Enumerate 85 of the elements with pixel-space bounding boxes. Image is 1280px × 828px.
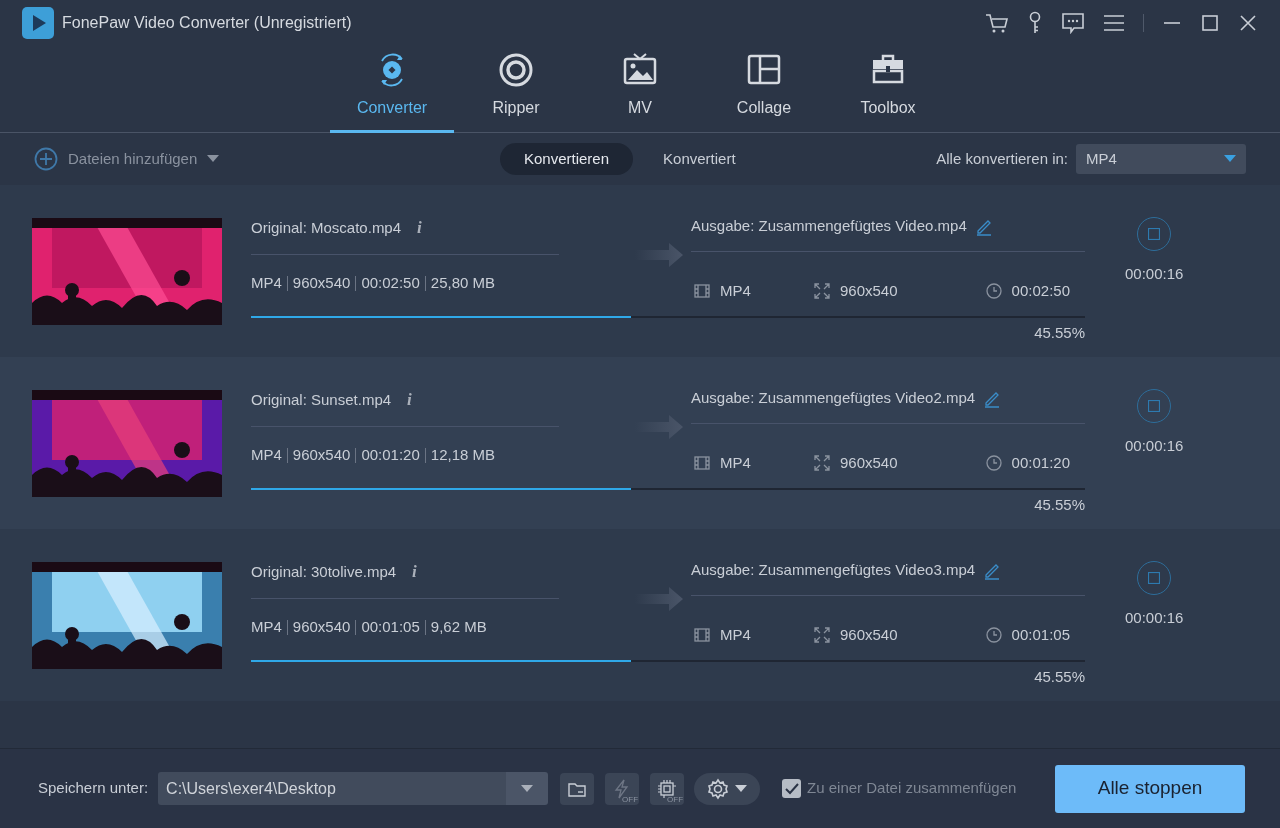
check-icon [784,782,799,795]
output-format: MP4 [720,452,751,473]
resize-icon [814,283,830,299]
stop-icon [1148,399,1161,412]
file-info: 00:01:05 [361,616,420,637]
window-title: FonePaw Video Converter (Unregistriert) [62,12,352,33]
file-info: 960x540 [292,272,351,293]
output-file-name: Ausgabe: Zusammengefügtes Video3.mp4 [691,560,976,581]
progress-percent: 45.55% [1034,323,1085,344]
film-icon [694,283,710,299]
file-info: 00:02:50 [361,272,420,293]
disc-icon [498,52,534,88]
tab[interactable]: MV [578,42,702,133]
progress-percent: 45.55% [1034,667,1085,688]
tab[interactable]: Collage [702,42,826,133]
output-file-name: Ausgabe: Zusammengefügtes Video2.mp4 [691,388,976,409]
path-dropdown-button[interactable] [506,772,549,805]
film-icon [694,627,710,643]
add-files-button[interactable]: Dateien hinzufügen [68,147,198,171]
tab[interactable]: Toolbox [826,42,950,133]
merge-label: Zu einer Datei zusammenfügen [807,778,1017,799]
add-icon[interactable] [34,147,58,171]
caret-icon [1224,155,1236,163]
stop-icon [1148,571,1161,584]
output-format: MP4 [720,624,751,645]
maximize-icon[interactable] [1200,12,1220,33]
save-path-field[interactable]: C:\Users\exer4\Desktop [158,772,507,805]
elapsed-time: 00:00:16 [1125,607,1184,628]
settings-icon [707,777,730,800]
info-icon[interactable]: i [405,387,414,413]
file-info: MP4 [251,272,282,293]
stop-icon [1148,227,1161,240]
app-logo-icon [22,6,54,39]
output-resolution: 960x540 [840,624,898,645]
tab[interactable]: Ripper [454,42,578,133]
clock-icon [985,283,1002,299]
output-duration: 00:01:05 [1011,624,1070,645]
caret-icon [521,784,534,793]
menu-icon[interactable] [1103,13,1125,32]
chip-icon [657,778,678,799]
resize-icon [814,455,830,471]
info-icon[interactable]: i [415,215,424,241]
output-duration: 00:02:50 [1011,280,1070,301]
elapsed-time: 00:00:16 [1125,263,1184,284]
clock-icon [985,627,1002,643]
file-info: MP4 [251,616,282,637]
source-file-name: Original: 30tolive.mp4 [251,561,397,582]
acceleration-button[interactable]: OFF [605,772,640,805]
settings-button[interactable] [694,772,761,805]
progress-percent: 45.55% [1034,495,1085,516]
tab[interactable]: Converter [330,42,454,133]
output-duration: 00:01:20 [1011,452,1070,473]
file-info: 960x540 [292,444,351,465]
status-tab[interactable]: Konvertieren [500,142,634,176]
file-info: MP4 [251,444,282,465]
close-icon[interactable] [1238,12,1258,33]
file-info: 9,62 MB [430,616,487,637]
output-resolution: 960x540 [840,280,898,301]
convert-all-label: Alle konvertieren in: [936,148,1068,169]
source-file-name: Original: Sunset.mp4 [251,389,392,410]
elapsed-time: 00:00:16 [1125,435,1184,456]
file-info: 12,18 MB [430,444,495,465]
info-icon[interactable]: i [410,559,419,585]
output-file-name: Ausgabe: Zusammengefügtes Video.mp4 [691,216,967,237]
chat-icon[interactable] [1061,11,1085,34]
save-location-label: Speichern unter: [38,778,149,799]
cart-icon[interactable] [985,11,1009,34]
clock-icon [985,455,1002,471]
resize-icon [814,627,830,643]
key-icon[interactable] [1027,10,1043,35]
file-info: 00:01:20 [361,444,420,465]
format-dropdown[interactable]: MP4 [1076,144,1246,174]
caret-icon[interactable] [207,155,220,163]
film-icon [694,455,710,471]
merge-checkbox[interactable] [782,779,802,798]
status-tab[interactable]: Konvertiert [639,142,760,176]
output-format: MP4 [720,280,751,301]
file-info: 25,80 MB [430,272,495,293]
source-file-name: Original: Moscato.mp4 [251,217,402,238]
caret-icon [735,784,748,793]
stop-all-button[interactable]: Alle stoppen [1055,764,1245,813]
hardware-button[interactable]: OFF [650,772,685,805]
file-info: 960x540 [292,616,351,637]
output-resolution: 960x540 [840,452,898,473]
folder-button[interactable] [560,772,595,805]
